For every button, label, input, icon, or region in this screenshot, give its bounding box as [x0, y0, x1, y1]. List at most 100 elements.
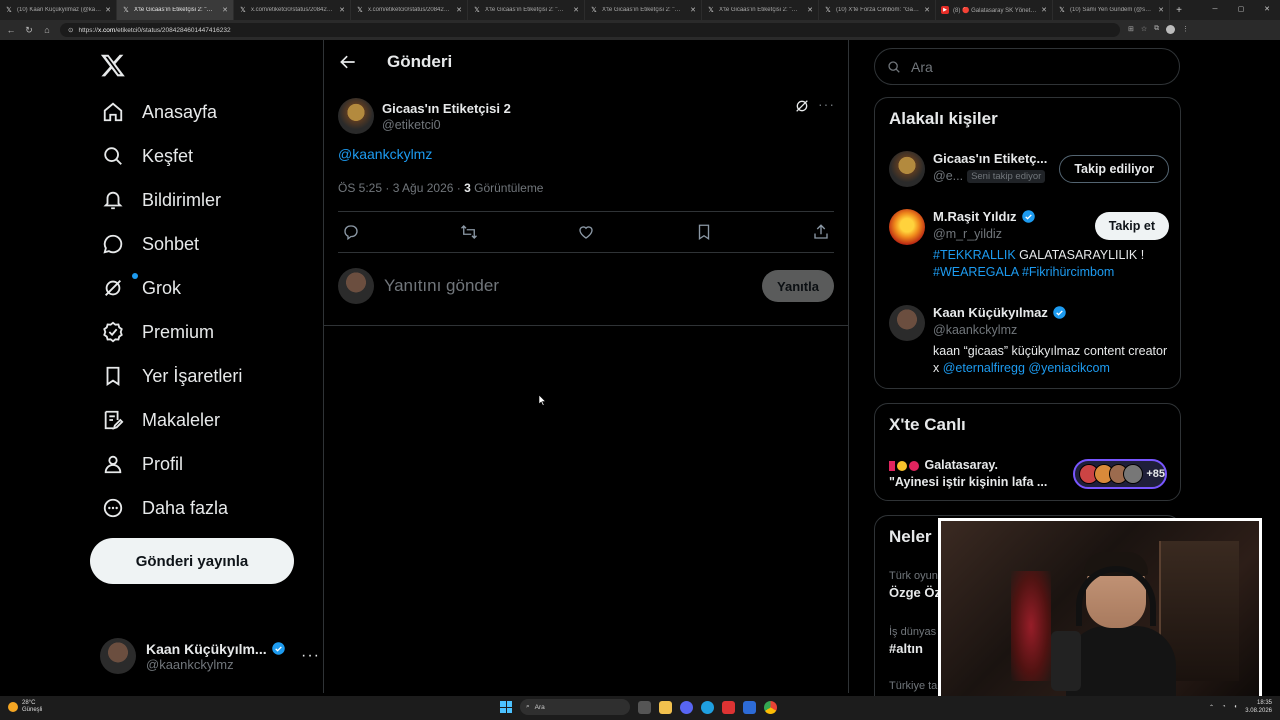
post-timestamp[interactable]: ÖS 5:25 · 3 Ağu 2026 · — [338, 181, 464, 195]
browser-tab[interactable]: 𝕏 (10) Kaan Küçükyılmaz (@kaank... ✕ — [0, 0, 117, 20]
x-logo-icon[interactable] — [100, 52, 126, 78]
tray-chevron-icon[interactable]: ⌃ — [1209, 704, 1214, 711]
like-icon[interactable] — [577, 223, 595, 241]
search-box[interactable] — [874, 48, 1180, 85]
browser-tab[interactable]: 𝕏 X'te Gicaas'ın Etiketçisi 2: "@Podi... ✕ — [468, 0, 585, 20]
close-tab-icon[interactable]: ✕ — [222, 6, 228, 14]
reply-input[interactable]: Yanıtını gönder — [384, 276, 752, 296]
menu-icon[interactable]: ⋮ — [1182, 25, 1189, 36]
new-tab-button[interactable]: + — [1170, 5, 1188, 16]
windows-start-icon[interactable] — [500, 701, 512, 713]
live-space-item[interactable]: Galatasaray. "Ayinesi iştir kişinin lafa… — [889, 457, 1167, 491]
post-text[interactable]: @kaankckylmz — [338, 146, 432, 162]
browser-tab[interactable]: 𝕏 (10) Sami Yen Gündem (@samiye... ✕ — [1053, 0, 1170, 20]
sidebar-item-bookmarks[interactable]: Yer İşaretleri — [102, 358, 242, 394]
file-explorer-icon[interactable] — [659, 700, 672, 714]
person-name[interactable]: M.Raşit Yıldız — [933, 209, 1017, 224]
hashtag-link[interactable]: #WEAREGALA — [933, 265, 1018, 279]
taskbar-search[interactable]: ⌕ Ara — [520, 699, 630, 715]
close-tab-icon[interactable]: ✕ — [573, 6, 579, 14]
share-icon[interactable] — [812, 223, 830, 241]
close-tab-icon[interactable]: ✕ — [105, 6, 111, 14]
profile-menu-icon[interactable] — [1166, 24, 1176, 36]
sidebar-item-home[interactable]: Anasayfa — [102, 94, 217, 130]
back-nav-icon[interactable]: ← — [6, 25, 16, 35]
post-author-handle[interactable]: @etiketci0 — [382, 118, 511, 132]
reload-icon[interactable]: ↻ — [24, 25, 34, 36]
sidebar-item-premium[interactable]: Premium — [102, 314, 214, 350]
account-switcher[interactable]: Kaan Küçükyılm... @kaankckylmz ··· — [100, 636, 320, 676]
post-more-icon[interactable]: ··· — [818, 96, 835, 112]
speaker-icon[interactable]: ◖ — [1234, 704, 1238, 710]
mention-link[interactable]: @eternalfiregg — [943, 361, 1025, 375]
sidebar-item-notifications[interactable]: Bildirimler — [102, 182, 221, 218]
grok-icon[interactable] — [794, 98, 810, 114]
weather-temp: 28°C — [22, 700, 36, 706]
minimize-button[interactable]: ─ — [1202, 0, 1228, 20]
profile-icon — [104, 455, 122, 474]
sidebar-item-articles[interactable]: Makaleler — [102, 402, 220, 438]
home-nav-icon[interactable]: ⌂ — [42, 25, 52, 35]
trend-item[interactable]: İş dünyas #altın — [889, 626, 936, 656]
close-window-button[interactable]: ✕ — [1254, 0, 1280, 20]
browser-tab[interactable]: 𝕏 X'te Gicaas'ın Etiketçisi 2: "@m_r... ✕ — [117, 0, 234, 20]
person-row[interactable]: M.Raşit Yıldız @m_r_yildiz #TEKKRALLIK G… — [889, 209, 1169, 281]
browser-tab[interactable]: 𝕏 (10) X'te Forza Cimbom: "Galata... ✕ — [819, 0, 936, 20]
reply-button[interactable]: Yanıtla — [762, 270, 834, 302]
back-arrow-icon[interactable] — [338, 52, 358, 72]
close-tab-icon[interactable]: ✕ — [690, 6, 696, 14]
network-icon[interactable]: ◔ — [1222, 704, 1226, 710]
url-field[interactable]: ⊙ https://x.com/etiketci0/status/2084284… — [60, 23, 1120, 37]
sidebar-item-more[interactable]: Daha fazla — [102, 490, 228, 526]
follow-button[interactable]: Takip et — [1094, 212, 1169, 240]
hashtag-link[interactable]: #Fikrihürcimbom — [1022, 265, 1114, 279]
trend-item[interactable]: Türkiye ta — [889, 680, 937, 692]
trend-category: İş dünyas — [889, 626, 937, 638]
post-author-name[interactable]: Gicaas'ın Etiketçisi 2 — [382, 101, 511, 116]
maximize-button[interactable]: ▢ — [1228, 0, 1254, 20]
task-view-icon[interactable] — [638, 700, 651, 714]
hashtag-link[interactable]: #TEKKRALLIK — [933, 248, 1016, 262]
post-author[interactable]: Gicaas'ın Etiketçisi 2 @etiketci0 — [338, 98, 511, 134]
browser-tab[interactable]: 𝕏 X'te Gicaas'ın Etiketçisi 2: "@neyi...✕ — [702, 0, 819, 20]
x-favicon-icon: 𝕏 — [825, 7, 831, 14]
chrome-icon[interactable] — [764, 700, 777, 714]
mention-link[interactable]: @yeniacikcom — [1028, 361, 1109, 375]
discord-icon[interactable] — [680, 700, 693, 714]
account-more-icon[interactable]: ··· — [301, 647, 320, 665]
sidebar-item-profile[interactable]: Profil — [102, 446, 183, 482]
person-row[interactable]: Kaan Küçükyılmaz @kaankckylmz kaan “gica… — [889, 305, 1169, 377]
post-button[interactable]: Gönderi yayınla — [90, 538, 294, 584]
weather-widget[interactable]: 28°C Güneşli — [8, 700, 42, 714]
sidebar-item-chat[interactable]: Sohbet — [102, 226, 199, 262]
person-name[interactable]: Kaan Küçükyılmaz — [933, 305, 1048, 320]
extensions-icon[interactable]: ⧉ — [1154, 25, 1159, 36]
close-tab-icon[interactable]: ✕ — [1041, 6, 1047, 14]
search-input[interactable] — [911, 58, 1151, 75]
person-row[interactable]: Gicaas'ın Etiketç... @e... Seni takip ed… — [889, 151, 1169, 187]
translate-icon[interactable]: ⊞ — [1128, 25, 1134, 36]
trend-category: Türk oyun — [889, 570, 938, 582]
repost-icon[interactable] — [460, 223, 478, 241]
browser-tab[interactable]: 𝕏 X'te Gicaas'ın Etiketçisi 2: "@fora... ✕ — [585, 0, 702, 20]
edge-icon[interactable] — [701, 700, 714, 714]
trend-item[interactable]: Türk oyun Özge Öz — [889, 570, 941, 600]
reply-icon[interactable] — [342, 223, 360, 241]
app-icon[interactable] — [743, 700, 756, 714]
star-icon[interactable]: ☆ — [1141, 25, 1147, 36]
browser-tab[interactable]: 𝕏x.com/etiketci0/status/208428460... ✕ — [234, 0, 351, 20]
close-tab-icon[interactable]: ✕ — [807, 6, 813, 14]
close-tab-icon[interactable]: ✕ — [1158, 6, 1164, 14]
sidebar-item-explore[interactable]: Keşfet — [102, 138, 193, 174]
close-tab-icon[interactable]: ✕ — [924, 6, 930, 14]
tab-title: X'te Gicaas'ın Etiketçisi 2: "@Podi... — [485, 7, 569, 13]
calendar-app-icon[interactable] — [722, 700, 735, 714]
close-tab-icon[interactable]: ✕ — [456, 6, 462, 14]
sidebar-item-grok[interactable]: Grok — [102, 270, 181, 306]
bookmark-icon[interactable] — [695, 223, 713, 241]
clock[interactable]: 18:35 3.08.2026 — [1245, 699, 1272, 715]
close-tab-icon[interactable]: ✕ — [339, 6, 345, 14]
browser-tab[interactable]: 𝕏x.com/etiketci0/status/208428460... ✕ — [351, 0, 468, 20]
browser-tab[interactable]: ▶ (8) 🔴 Galatasaray SK Yönetim K... ✕ — [936, 0, 1053, 20]
following-button[interactable]: Takip ediliyor — [1059, 155, 1169, 183]
